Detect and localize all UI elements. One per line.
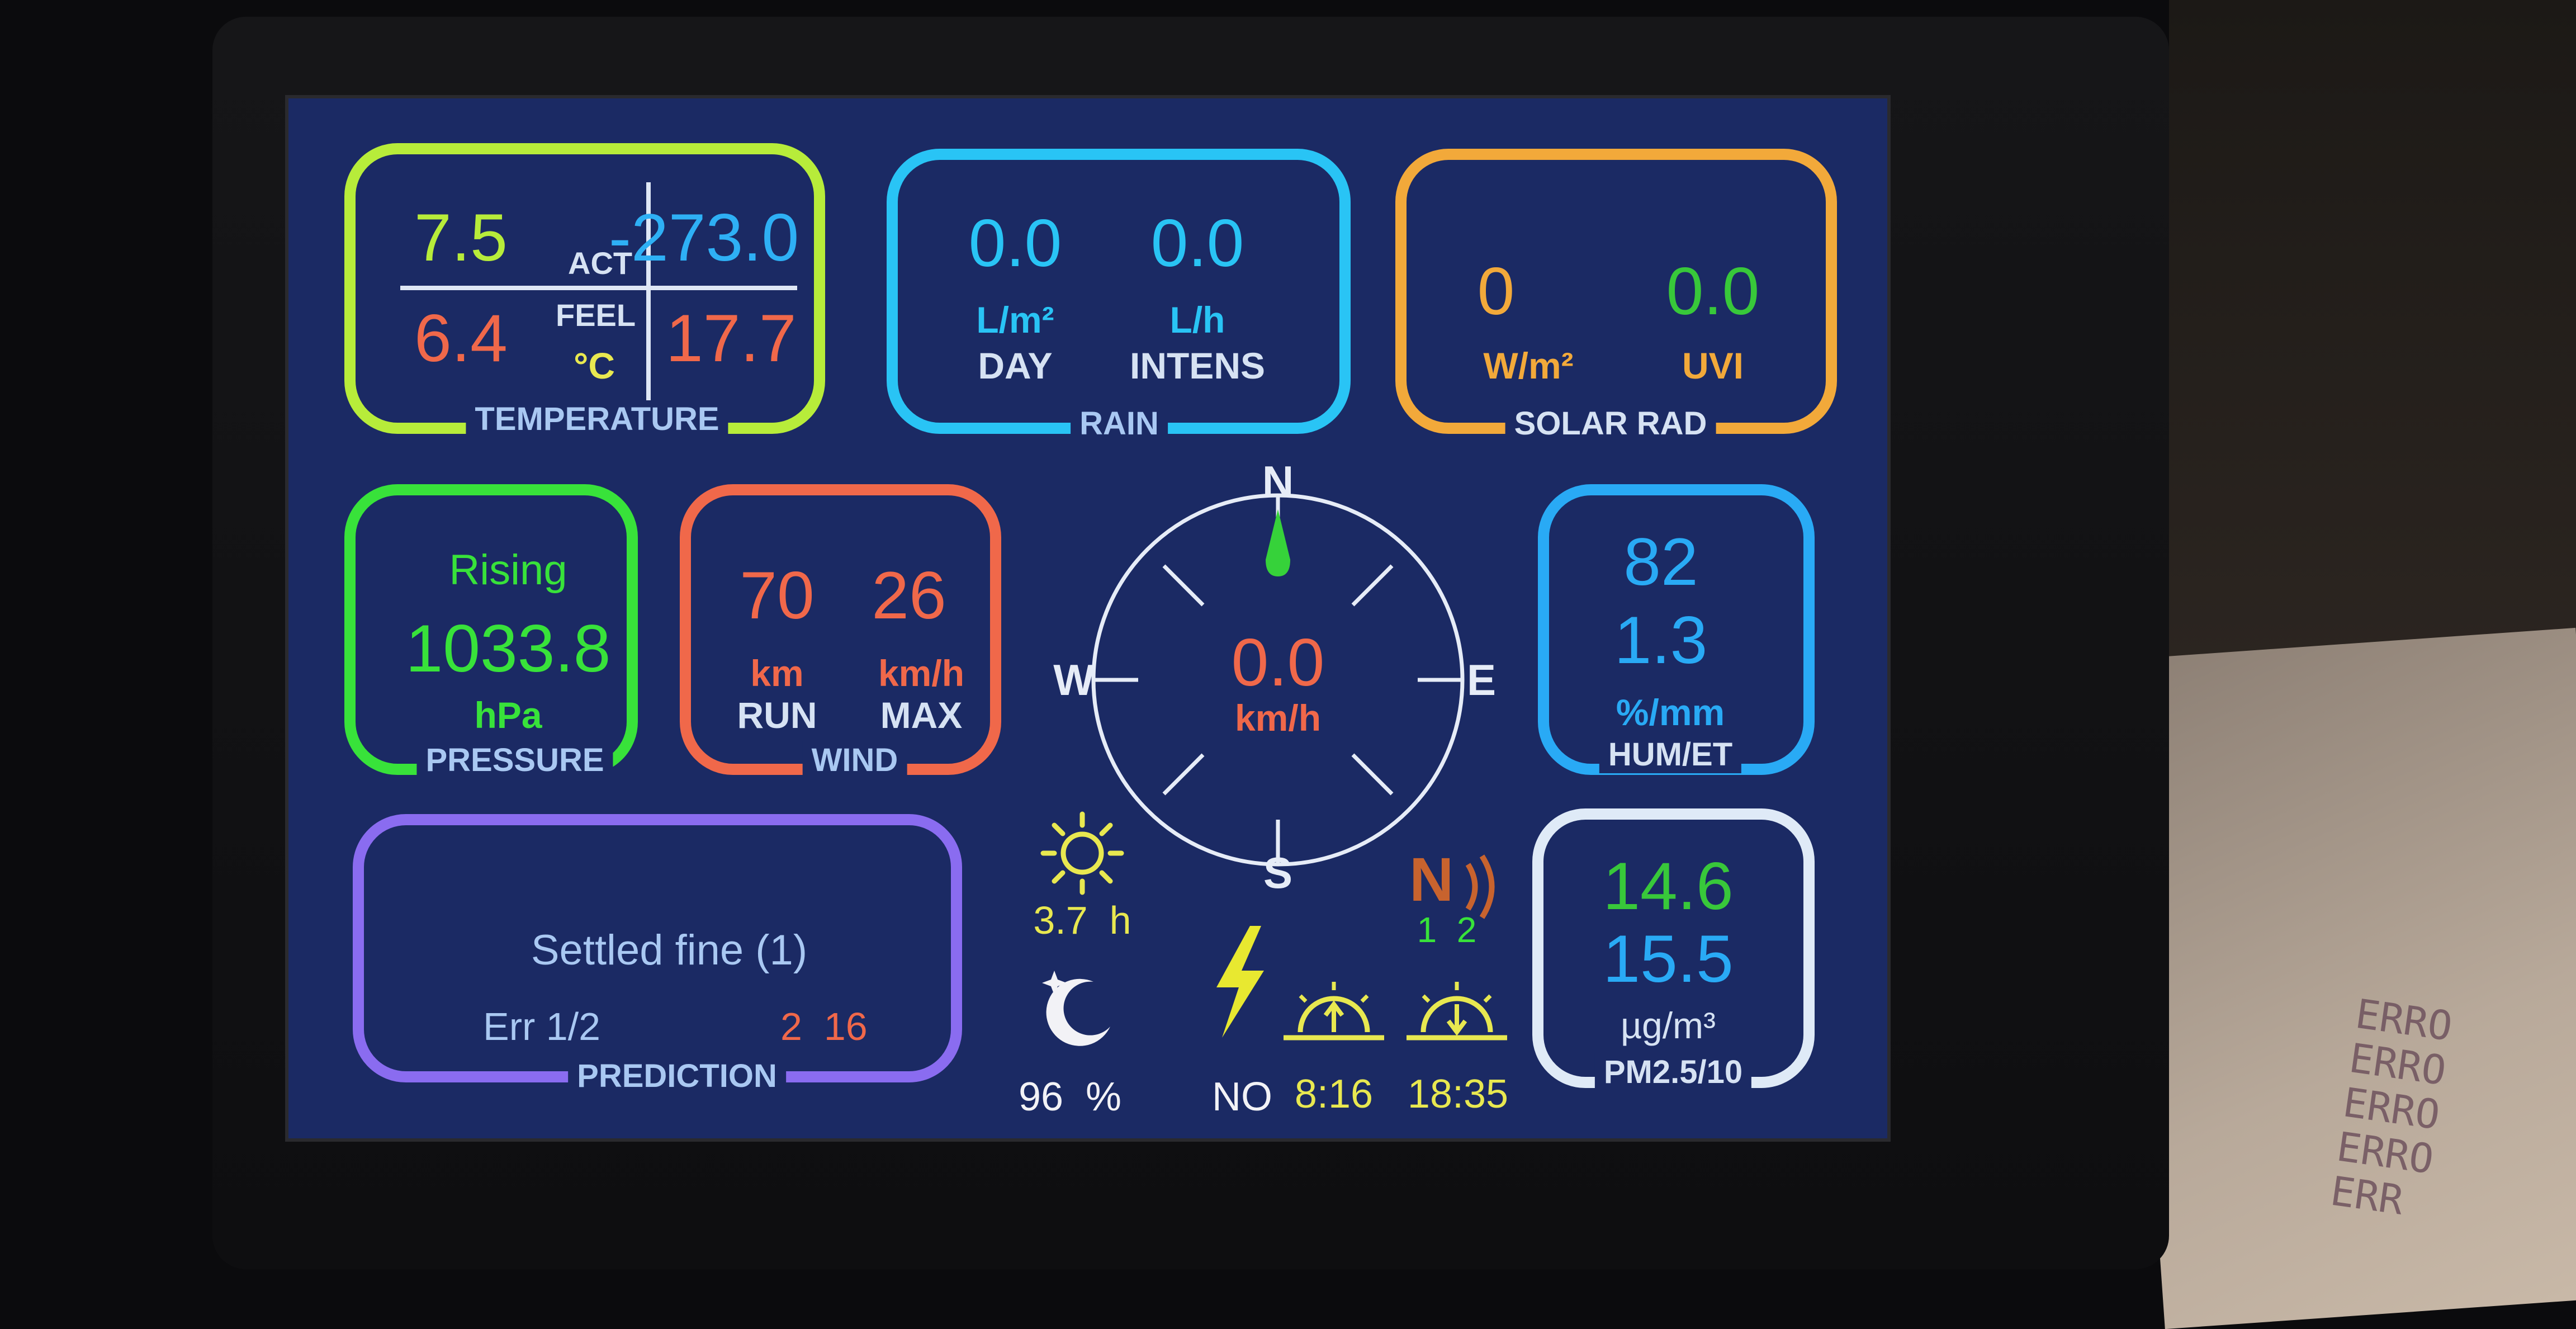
pressure-title: PRESSURE: [416, 741, 613, 779]
rain-day-value: 0.0: [968, 206, 1062, 281]
solar-uvi-label: UVI: [1682, 345, 1744, 386]
prediction-forecast: Settled fine (1): [531, 926, 808, 974]
wind-direction-needle: [1266, 509, 1290, 576]
rain-title: RAIN: [1071, 405, 1168, 442]
signal-values: 1 2: [1417, 910, 1477, 950]
pm25-value: 14.6: [1603, 849, 1734, 924]
solar-rad-unit: W/m²: [1483, 345, 1574, 386]
sunrise-time: 8:16: [1294, 1072, 1374, 1117]
wind-run-label: RUN: [737, 694, 817, 736]
moon-percent: 96 %: [1018, 1075, 1122, 1119]
solar-uvi-value: 0.0: [1666, 254, 1760, 329]
pressure-value: 1033.8: [405, 611, 611, 686]
humidity-unit: %/mm: [1616, 692, 1725, 733]
lightning-text: NO: [1212, 1075, 1272, 1119]
compass-speed: 0.0: [1231, 625, 1325, 700]
prediction-err-label: Err 1/2: [483, 1005, 601, 1048]
pm10-value: 15.5: [1603, 921, 1734, 996]
solar-rad-value: 0: [1477, 254, 1515, 329]
rain-day-unit: L/m²: [976, 299, 1054, 340]
solar-panel[interactable]: [1395, 149, 1837, 434]
rain-intens-unit: L/h: [1169, 299, 1225, 340]
temperature-divider-h: [400, 286, 797, 290]
wind-max-value: 26: [872, 558, 946, 633]
prediction-title: PREDICTION: [568, 1057, 786, 1095]
compass-east: E: [1466, 655, 1497, 704]
pressure-trend: Rising: [449, 546, 567, 594]
rain-intens-label: INTENS: [1129, 345, 1266, 386]
wind-max-label: MAX: [880, 694, 963, 736]
compass-north: N: [1262, 457, 1294, 506]
paper-handwriting: ERRO ERRO ERRO ERRO ERR: [2328, 990, 2576, 1246]
prediction-err-values: 2 16: [780, 1005, 868, 1048]
lightning-icon: [1216, 926, 1264, 1038]
temperature-act-label: ACT: [568, 245, 633, 281]
sun-icon: [1040, 811, 1124, 895]
wind-title: WIND: [802, 741, 907, 779]
sunrise-icon: [1284, 982, 1384, 1041]
wind-run-unit: km: [750, 652, 804, 694]
pressure-unit: hPa: [474, 694, 542, 736]
wind-max-unit: km/h: [878, 652, 965, 694]
wind-run-value: 70: [740, 558, 815, 633]
pm-unit: µg/m³: [1620, 1005, 1716, 1046]
sunset-icon: [1407, 982, 1507, 1041]
temperature-feel-label: FEEL: [556, 297, 636, 333]
moon-icon: [1042, 971, 1110, 1046]
compass-west: W: [1053, 655, 1095, 704]
et-value: 1.3: [1614, 603, 1708, 678]
compass-south: S: [1263, 848, 1293, 897]
temperature-max: 17.7: [666, 301, 797, 376]
temperature-min: -273.0: [609, 200, 799, 275]
temperature-feel: 6.4: [414, 301, 508, 376]
compass-unit: km/h: [1234, 697, 1322, 739]
temperature-title: TEMPERATURE: [466, 400, 728, 438]
temperature-actual: 7.5: [414, 200, 508, 275]
weather-station-screen: TEMPERATURE 7.5 -273.0 ACT FEEL °C 6.4 1…: [285, 95, 1891, 1142]
solar-title: SOLAR RAD: [1505, 405, 1716, 442]
pm-title: PM2.5/10: [1594, 1053, 1752, 1091]
svg-text:N: N: [1409, 845, 1453, 914]
temperature-unit: °C: [574, 345, 615, 386]
sunset-time: 18:35: [1407, 1072, 1509, 1117]
rain-day-label: DAY: [978, 345, 1053, 386]
rain-panel[interactable]: [887, 149, 1351, 434]
humidity-title: HUM/ET: [1599, 736, 1742, 773]
rain-intens-value: 0.0: [1150, 206, 1244, 281]
humidity-value: 82: [1623, 524, 1698, 599]
sunshine-hours: 3.7 h: [1033, 898, 1131, 942]
